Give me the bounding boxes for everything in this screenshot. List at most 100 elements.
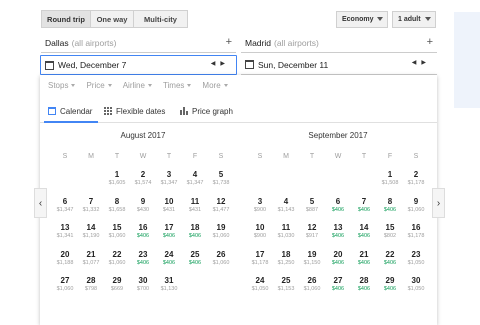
filter-price[interactable]: Price <box>86 81 112 90</box>
day-cell[interactable]: 28 $798 <box>78 276 104 303</box>
cabin-select[interactable]: Economy <box>336 11 388 28</box>
day-cell[interactable]: 1 $1,605 <box>104 170 130 197</box>
filter-times[interactable]: Times <box>163 81 192 90</box>
day-cell[interactable]: 12 $1,477 <box>208 197 234 224</box>
day-cell[interactable]: 25 $1,153 <box>273 276 299 303</box>
day-cell[interactable]: 25 $406 <box>182 250 208 277</box>
day-cell[interactable]: 20 $406 <box>325 250 351 277</box>
day-cell[interactable]: 26 $1,060 <box>299 276 325 303</box>
multi-city-button[interactable]: Multi-city <box>134 10 188 28</box>
day-cell[interactable]: 8 $1,658 <box>104 197 130 224</box>
day-price: $1,050 <box>251 286 269 292</box>
day-number: 10 <box>164 196 174 206</box>
day-cell[interactable]: 7 $1,332 <box>78 197 104 224</box>
day-cell[interactable]: 30 $1,050 <box>403 276 429 303</box>
day-price: $406 <box>383 259 397 266</box>
filter-airline[interactable]: Airline <box>123 81 152 90</box>
day-number: 5 <box>218 170 224 179</box>
day-cell[interactable]: 18 $406 <box>182 223 208 250</box>
day-cell[interactable]: 15 $1,060 <box>104 223 130 250</box>
day-cell[interactable]: 7 $406 <box>351 197 377 224</box>
day-cell[interactable]: 31 $1,130 <box>156 276 182 303</box>
destination-detail: (all airports) <box>273 37 319 48</box>
day-cell[interactable]: 10 $431 <box>156 197 182 224</box>
day-cell[interactable]: 22 $406 <box>377 250 403 277</box>
day-price: $1,050 <box>407 286 425 292</box>
day-price: $1,178 <box>407 180 425 186</box>
day-price: $431 <box>188 206 202 213</box>
day-cell[interactable]: 27 $406 <box>325 276 351 303</box>
previous-month-button[interactable]: ‹ <box>34 188 47 218</box>
day-number: 3 <box>166 170 172 179</box>
add-destination-button[interactable]: + <box>427 36 433 48</box>
day-cell[interactable]: 21 $406 <box>351 250 377 277</box>
day-cell[interactable]: 20 $1,188 <box>52 250 78 277</box>
date-stepper-icon[interactable]: ◀▶ <box>211 60 230 67</box>
day-cell[interactable]: 3 $1,347 <box>156 170 182 197</box>
depart-date-field[interactable]: Wed, December 7 ◀▶ <box>40 55 237 75</box>
day-cell[interactable]: 23 $406 <box>130 250 156 277</box>
day-cell[interactable]: 4 $1,347 <box>182 170 208 197</box>
day-price: $1,574 <box>134 180 152 186</box>
day-cell[interactable]: 6 $1,347 <box>52 197 78 224</box>
day-cell[interactable]: 6 $406 <box>325 197 351 224</box>
day-cell[interactable]: 17 $1,178 <box>247 250 273 277</box>
day-cell[interactable]: 29 $669 <box>104 276 130 303</box>
day-cell[interactable]: 19 $1,060 <box>208 223 234 250</box>
day-cell[interactable]: 24 $406 <box>156 250 182 277</box>
day-cell[interactable]: 12 $917 <box>299 223 325 250</box>
day-cell[interactable]: 4 $1,143 <box>273 197 299 224</box>
day-cell[interactable]: 11 $1,030 <box>273 223 299 250</box>
day-cell[interactable]: 22 $1,060 <box>104 250 130 277</box>
next-month-button[interactable]: › <box>432 188 445 218</box>
day-cell[interactable]: 26 $1,060 <box>208 250 234 277</box>
day-cell[interactable]: 23 $1,050 <box>403 250 429 277</box>
day-cell[interactable]: 11 $431 <box>182 197 208 224</box>
day-cell[interactable]: 8 $406 <box>377 197 403 224</box>
day-price: $917 <box>305 233 319 239</box>
day-cell[interactable]: 2 $1,178 <box>403 170 429 197</box>
filter-more[interactable]: More <box>202 81 228 90</box>
day-cell[interactable]: 1 $1,508 <box>377 170 403 197</box>
day-cell[interactable]: 3 $900 <box>247 197 273 224</box>
tab-calendar[interactable]: Calendar <box>48 104 92 118</box>
day-cell[interactable]: 9 $1,060 <box>403 197 429 224</box>
day-price: $406 <box>136 259 150 266</box>
day-number: 23 <box>138 249 148 259</box>
date-stepper-icon[interactable]: ◀▶ <box>412 59 431 66</box>
day-cell[interactable]: 21 $1,077 <box>78 250 104 277</box>
day-number: 30 <box>411 276 421 285</box>
day-cell[interactable]: 14 $406 <box>351 223 377 250</box>
day-cell[interactable]: 16 $406 <box>130 223 156 250</box>
add-origin-button[interactable]: + <box>226 36 232 48</box>
day-cell[interactable]: 27 $1,060 <box>52 276 78 303</box>
day-cell[interactable]: 16 $1,178 <box>403 223 429 250</box>
day-cell[interactable]: 9 $430 <box>130 197 156 224</box>
day-cell[interactable]: 30 $700 <box>130 276 156 303</box>
tab-flexible-dates[interactable]: Flexible dates <box>104 104 165 118</box>
day-cell[interactable]: 28 $406 <box>351 276 377 303</box>
day-number: 12 <box>216 196 226 206</box>
day-cell[interactable]: 13 $1,341 <box>52 223 78 250</box>
day-cell[interactable]: 17 $406 <box>156 223 182 250</box>
day-cell[interactable]: 15 $802 <box>377 223 403 250</box>
one-way-button[interactable]: One way <box>91 10 134 28</box>
origin-field[interactable]: Dallas (all airports) + <box>41 33 236 53</box>
day-cell[interactable]: 2 $1,574 <box>130 170 156 197</box>
return-date-field[interactable]: Sun, December 11 ◀▶ <box>241 55 437 75</box>
day-cell[interactable]: 5 $887 <box>299 197 325 224</box>
destination-field[interactable]: Madrid (all airports) + <box>241 33 437 53</box>
day-cell[interactable]: 10 $900 <box>247 223 273 250</box>
day-cell[interactable]: 18 $1,250 <box>273 250 299 277</box>
day-cell[interactable]: 24 $1,050 <box>247 276 273 303</box>
tab-price-graph[interactable]: Price graph <box>180 104 233 118</box>
day-cell[interactable]: 14 $1,190 <box>78 223 104 250</box>
day-cell[interactable]: 29 $406 <box>377 276 403 303</box>
day-cell[interactable]: 19 $1,150 <box>299 250 325 277</box>
passengers-select[interactable]: 1 adult <box>392 11 436 28</box>
day-cell[interactable]: 5 $1,738 <box>208 170 234 197</box>
day-number: 28 <box>86 276 96 285</box>
filter-stops[interactable]: Stops <box>48 81 76 90</box>
round-trip-button[interactable]: Round trip <box>41 10 91 28</box>
day-cell[interactable]: 13 $406 <box>325 223 351 250</box>
